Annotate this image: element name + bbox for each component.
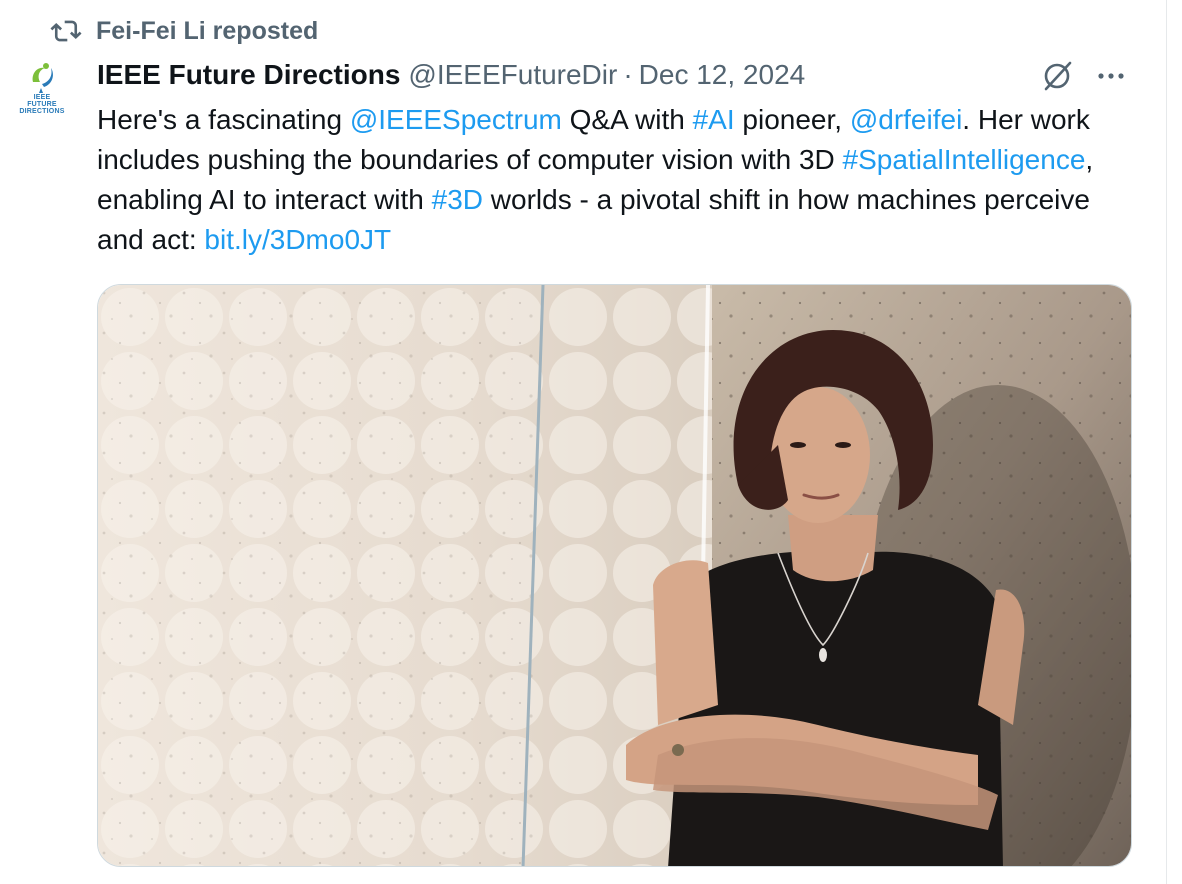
timeline-divider (1166, 0, 1167, 884)
tweet-text: Here's a fascinating @IEEESpectrum Q&A w… (97, 100, 1107, 260)
repost-label: Fei-Fei Li reposted (96, 16, 319, 45)
tweet-text-segment: Here's a fascinating (97, 104, 350, 135)
more-icon[interactable] (1096, 58, 1126, 99)
hashtag-link[interactable]: #SpatialIntelligence (843, 144, 1086, 175)
author-display-name[interactable]: IEEE Future Directions (97, 59, 400, 91)
url-link[interactable]: bit.ly/3Dmo0JT (204, 224, 391, 255)
ieee-logo-icon (32, 63, 53, 93)
separator-dot: · (623, 59, 633, 90)
avatar-line: FUTURE (27, 101, 57, 108)
avatar[interactable]: IEEE FUTURE DIRECTIONS (14, 60, 70, 124)
hashtag-link[interactable]: #3D (432, 184, 483, 215)
mention-link[interactable]: @IEEESpectrum (350, 104, 562, 135)
header-actions (1040, 58, 1126, 99)
hashtag-link[interactable]: #AI (693, 104, 735, 135)
repost-context[interactable]: Fei-Fei Li reposted (50, 14, 318, 48)
avatar-line: IEEE (33, 94, 51, 101)
author-handle[interactable]: @IEEEFutureDir (408, 59, 617, 91)
avatar-line: DIRECTIONS (19, 108, 65, 115)
repost-icon (50, 18, 82, 44)
tweet-text-segment: pioneer, (734, 104, 850, 135)
portrait-photo (98, 285, 1131, 866)
tweet-header: IEEE Future Directions @IEEEFutureDir · … (97, 56, 1142, 94)
tweet-date[interactable]: Dec 12, 2024 (639, 59, 806, 91)
mention-link[interactable]: @drfeifei (850, 104, 962, 135)
tweet-photo[interactable] (97, 284, 1132, 867)
grok-icon[interactable] (1040, 58, 1076, 99)
tweet-text-segment: Q&A with (561, 104, 693, 135)
